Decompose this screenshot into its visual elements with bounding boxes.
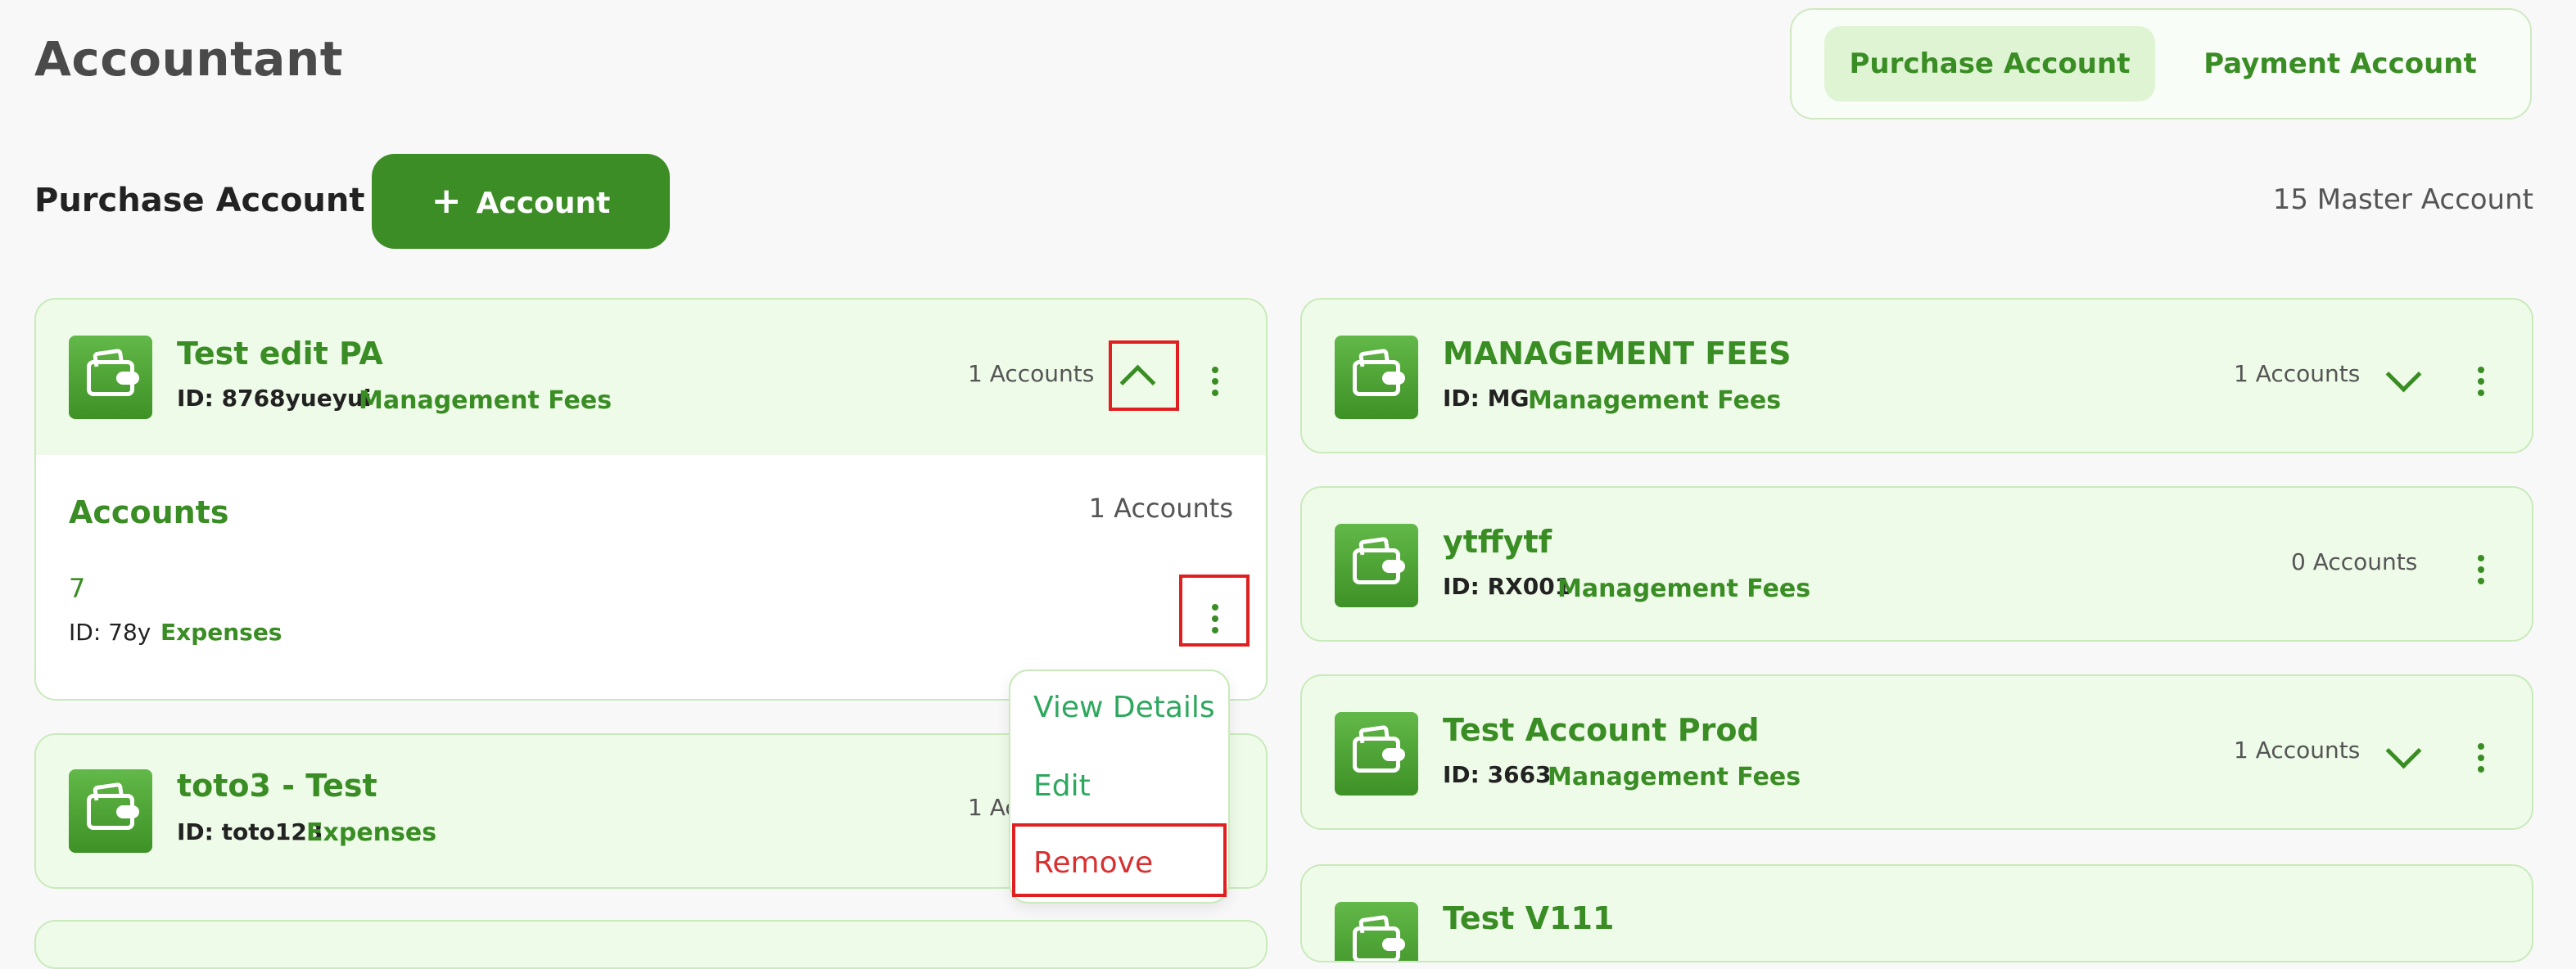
card-id: ID: MG (1443, 385, 1530, 412)
card-category: Management Fees (1528, 386, 1782, 415)
highlight-box (1012, 823, 1227, 897)
card-id: ID: 8768yueyui (177, 385, 372, 412)
card-name[interactable]: MANAGEMENT FEES (1443, 336, 1792, 372)
card-category: Management Fees (359, 386, 612, 415)
card-category: Expenses (306, 818, 437, 847)
wallet-icon (1335, 712, 1418, 795)
highlight-box (1179, 575, 1250, 647)
card-account-count: 1 Accounts (2234, 360, 2361, 387)
add-account-label: Account (476, 187, 611, 220)
card-category: Management Fees (1557, 575, 1811, 603)
sub-accounts-count: 1 Accounts (1088, 493, 1233, 524)
chevron-down-icon[interactable] (2385, 732, 2422, 769)
master-account-count: 15 Master Account (2272, 183, 2533, 216)
card-account-count: 1 Accounts (968, 360, 1095, 387)
sub-accounts-title: Accounts (69, 494, 229, 530)
sub-account-category: Expenses (160, 619, 282, 646)
more-options-icon[interactable] (2478, 743, 2486, 777)
menu-edit[interactable]: Edit (1033, 769, 1091, 803)
card-name[interactable]: toto3 - Test (177, 768, 377, 804)
card-name[interactable]: Test edit PA (177, 336, 383, 372)
more-options-icon[interactable] (1212, 367, 1220, 401)
add-account-button[interactable]: + Account (372, 154, 670, 249)
card-id: ID: RX001 (1443, 573, 1571, 600)
sub-account-name[interactable]: 7 (69, 573, 85, 604)
wallet-icon (69, 336, 152, 419)
card-name[interactable]: ytffytf (1443, 524, 1552, 560)
account-card-test-account-prod: Test Account Prod ID: 3663 Management Fe… (1300, 674, 2533, 830)
account-card-ytffytf: ytffytf ID: RX001 Management Fees 0 Acco… (1300, 486, 2533, 642)
menu-view-details[interactable]: View Details (1033, 691, 1215, 724)
account-card-management-fees: MANAGEMENT FEES ID: MG Management Fees 1… (1300, 298, 2533, 453)
wallet-icon (1335, 524, 1418, 607)
more-options-icon[interactable] (2478, 555, 2486, 589)
highlight-box (1109, 340, 1179, 411)
expanded-accounts-panel: Accounts 1 Accounts 7 ID: 78y Expenses (36, 455, 1266, 699)
more-options-icon[interactable] (2478, 367, 2486, 401)
account-card-test-edit-pa: Test edit PA ID: 8768yueyui Management F… (34, 298, 1268, 701)
account-card-test-v111: Test V111 (1300, 864, 2533, 962)
card-account-count: 0 Accounts (2291, 548, 2418, 575)
plus-icon: + (431, 180, 462, 222)
account-card-partial (34, 920, 1268, 969)
card-id: ID: toto123 (177, 818, 323, 845)
section-title: Purchase Account (34, 182, 365, 219)
card-name[interactable]: Test V111 (1443, 900, 1614, 936)
page-title: Accountant (34, 31, 343, 87)
card-account-count: 1 Accounts (2234, 737, 2361, 764)
wallet-icon (1335, 902, 1418, 961)
wallet-icon (69, 769, 152, 853)
wallet-icon (1335, 336, 1418, 419)
sub-account-id: ID: 78y (69, 619, 151, 646)
tab-purchase-account[interactable]: Purchase Account (1824, 26, 2155, 101)
account-type-tabs: Purchase Account Payment Account (1790, 8, 2532, 119)
chevron-down-icon[interactable] (2385, 356, 2422, 393)
card-id: ID: 3663 (1443, 761, 1552, 788)
card-category: Management Fees (1548, 763, 1801, 791)
card-name[interactable]: Test Account Prod (1443, 712, 1760, 748)
tab-payment-account[interactable]: Payment Account (2176, 26, 2504, 101)
